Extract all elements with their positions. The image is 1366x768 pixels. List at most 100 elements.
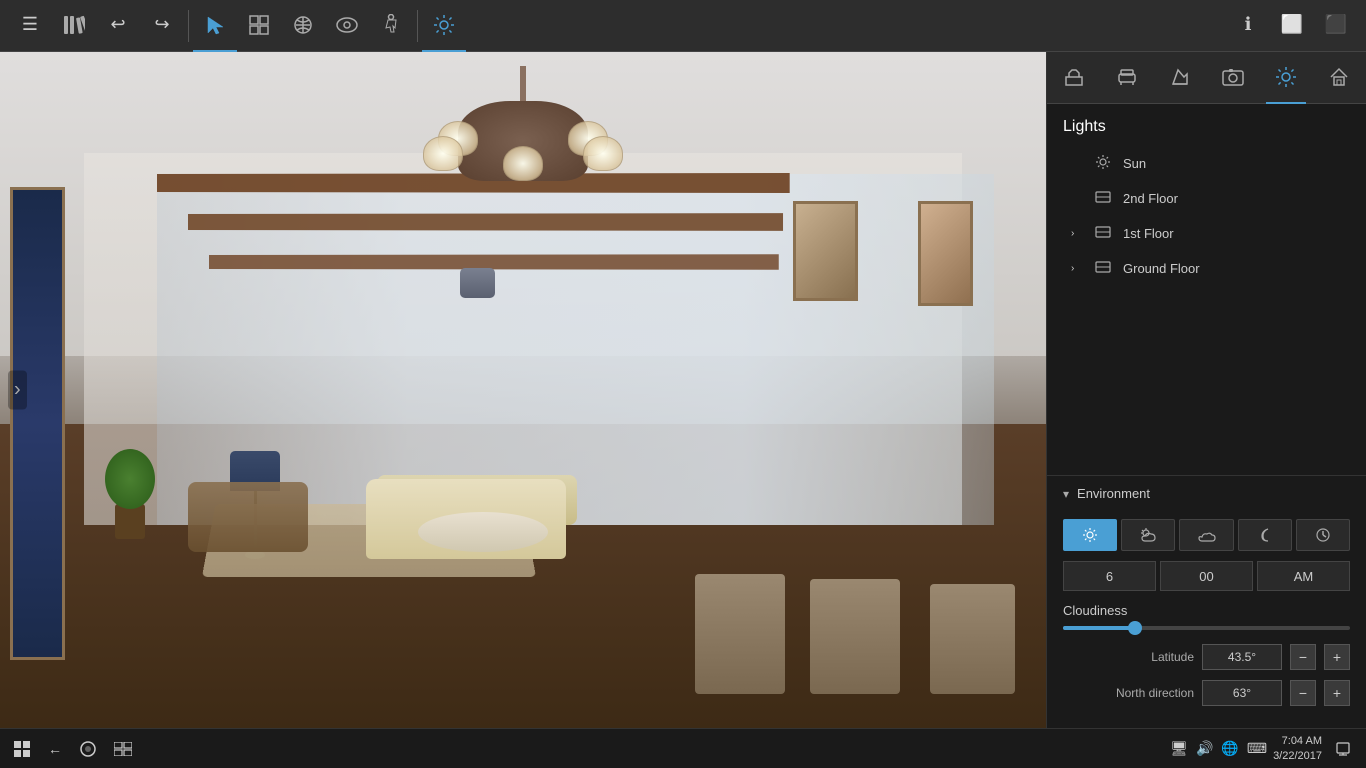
taskbar: ← 🖥 🔊 🌐 ⌨ 7:04 AM 3/22/2017	[0, 728, 1366, 768]
action-center-button[interactable]	[1328, 742, 1358, 756]
panel-build-button[interactable]	[1054, 52, 1094, 104]
viewport[interactable]: ›	[0, 52, 1046, 728]
separator-1	[188, 10, 189, 42]
taskbar-clock[interactable]: 7:04 AM 3/22/2017	[1273, 734, 1322, 763]
latitude-row: Latitude − +	[1063, 644, 1350, 670]
library-button[interactable]	[52, 0, 96, 52]
ground-floor-arrow[interactable]: ›	[1071, 263, 1085, 274]
separator-2	[417, 10, 418, 42]
panel-material-button[interactable]	[1160, 52, 1200, 104]
clock-date: 3/22/2017	[1273, 749, 1322, 763]
time-hour-input[interactable]: 6	[1063, 561, 1156, 591]
dining-chair-3	[930, 584, 1015, 694]
environment-section: ▾ Environment	[1047, 475, 1366, 728]
lights-section-title: Lights	[1047, 104, 1366, 146]
edit-button[interactable]	[281, 0, 325, 52]
chandelier-shade-far-left	[423, 136, 463, 171]
select-button[interactable]	[193, 0, 237, 52]
panel-scroll-content: Lights ›	[1047, 104, 1366, 475]
cortana-button[interactable]	[74, 737, 102, 761]
cube-button[interactable]: ⬛	[1314, 0, 1358, 52]
north-direction-label: North direction	[1063, 686, 1194, 700]
cloudiness-slider-fill	[1063, 626, 1135, 630]
chandelier-rod	[520, 66, 526, 106]
north-direction-minus-button[interactable]: −	[1290, 680, 1316, 706]
sun-light-icon	[1095, 154, 1113, 173]
arrange-button[interactable]	[237, 0, 281, 52]
panel-lights-button[interactable]	[1266, 52, 1306, 104]
right-panel: Lights ›	[1046, 52, 1366, 728]
panel-inner: Lights ›	[1047, 104, 1366, 728]
environment-collapse-icon: ▾	[1063, 487, 1069, 501]
light-item-1st-floor[interactable]: › 1st Floor	[1047, 216, 1366, 251]
menu-button[interactable]: ☰	[8, 0, 52, 52]
taskbar-volume-icon[interactable]: 🔊	[1196, 740, 1213, 757]
clock-time: 7:04 AM	[1273, 734, 1322, 748]
cloudiness-label: Cloudiness	[1063, 603, 1350, 618]
painting-left	[10, 187, 65, 660]
panel-toolbar	[1047, 52, 1366, 104]
ground-floor-label: Ground Floor	[1123, 261, 1350, 276]
taskbar-keyboard-icon[interactable]: ⌨	[1247, 740, 1267, 757]
top-toolbar: ☰ ↩ ↪	[0, 0, 1366, 52]
time-btn-night[interactable]	[1238, 519, 1292, 551]
time-btn-clear[interactable]	[1063, 519, 1117, 551]
painting-right-1	[793, 201, 858, 301]
north-direction-plus-button[interactable]: +	[1324, 680, 1350, 706]
fullscreen-button[interactable]: ⬜	[1270, 0, 1314, 52]
time-ampm-input[interactable]: AM	[1257, 561, 1350, 591]
time-minute-input[interactable]: 00	[1160, 561, 1253, 591]
light-item-2nd-floor[interactable]: › 2nd Floor	[1047, 181, 1366, 216]
cloudiness-slider-thumb[interactable]	[1128, 621, 1142, 635]
1st-floor-icon	[1095, 224, 1113, 243]
info-button[interactable]: ℹ	[1226, 0, 1270, 52]
cloudiness-slider[interactable]	[1063, 626, 1350, 630]
dining-chair-2	[810, 579, 900, 694]
light-item-ground-floor[interactable]: › Ground Floor	[1047, 251, 1366, 286]
north-direction-row: North direction − +	[1063, 680, 1350, 706]
painting-right-2	[918, 201, 973, 306]
time-btn-cloudy[interactable]	[1179, 519, 1233, 551]
north-direction-input[interactable]	[1202, 680, 1282, 706]
2nd-floor-icon	[1095, 189, 1113, 208]
2nd-floor-label: 2nd Floor	[1123, 191, 1350, 206]
panel-photo-button[interactable]	[1213, 52, 1253, 104]
1st-floor-label: 1st Floor	[1123, 226, 1350, 241]
environment-content: 6 00 AM Cloudiness Latitude −	[1047, 511, 1366, 728]
task-view-button[interactable]	[108, 738, 138, 760]
panel-exterior-button[interactable]	[1319, 52, 1359, 104]
environment-header[interactable]: ▾ Environment	[1047, 476, 1366, 511]
main-content: ›	[0, 52, 1366, 728]
time-buttons-row	[1063, 519, 1350, 551]
plant-left	[105, 449, 155, 539]
chandelier-shade-far-right	[583, 136, 623, 171]
ground-floor-icon	[1095, 259, 1113, 278]
undo-button[interactable]: ↩	[96, 0, 140, 52]
taskbar-network-icon[interactable]: 🌐	[1221, 740, 1238, 757]
taskbar-system-icons: 🖥 🔊 🌐 ⌨	[1170, 740, 1267, 757]
sun-button[interactable]	[422, 0, 466, 52]
latitude-plus-button[interactable]: +	[1324, 644, 1350, 670]
ceiling-lamp-small	[460, 268, 495, 298]
time-btn-custom[interactable]	[1296, 519, 1350, 551]
panel-furniture-button[interactable]	[1107, 52, 1147, 104]
content-spacer	[1047, 286, 1366, 366]
environment-label: Environment	[1077, 486, 1150, 501]
latitude-input[interactable]	[1202, 644, 1282, 670]
nav-arrow-left[interactable]: ›	[8, 371, 27, 410]
time-btn-partly-cloudy[interactable]	[1121, 519, 1175, 551]
view-button[interactable]	[325, 0, 369, 52]
taskbar-notification-icon[interactable]: 🖥	[1170, 740, 1188, 757]
latitude-minus-button[interactable]: −	[1290, 644, 1316, 670]
ceiling-lamp-shade	[460, 268, 495, 298]
time-inputs-row: 6 00 AM	[1063, 561, 1350, 591]
sun-label: Sun	[1123, 156, 1350, 171]
1st-floor-arrow[interactable]: ›	[1071, 228, 1085, 239]
redo-button[interactable]: ↪	[140, 0, 184, 52]
windows-start-button[interactable]	[8, 737, 36, 761]
chair-left	[188, 482, 308, 552]
chandelier-shade-center	[503, 146, 543, 181]
back-button[interactable]: ←	[42, 737, 68, 761]
walk-button[interactable]	[369, 0, 413, 52]
light-item-sun[interactable]: › Sun	[1047, 146, 1366, 181]
